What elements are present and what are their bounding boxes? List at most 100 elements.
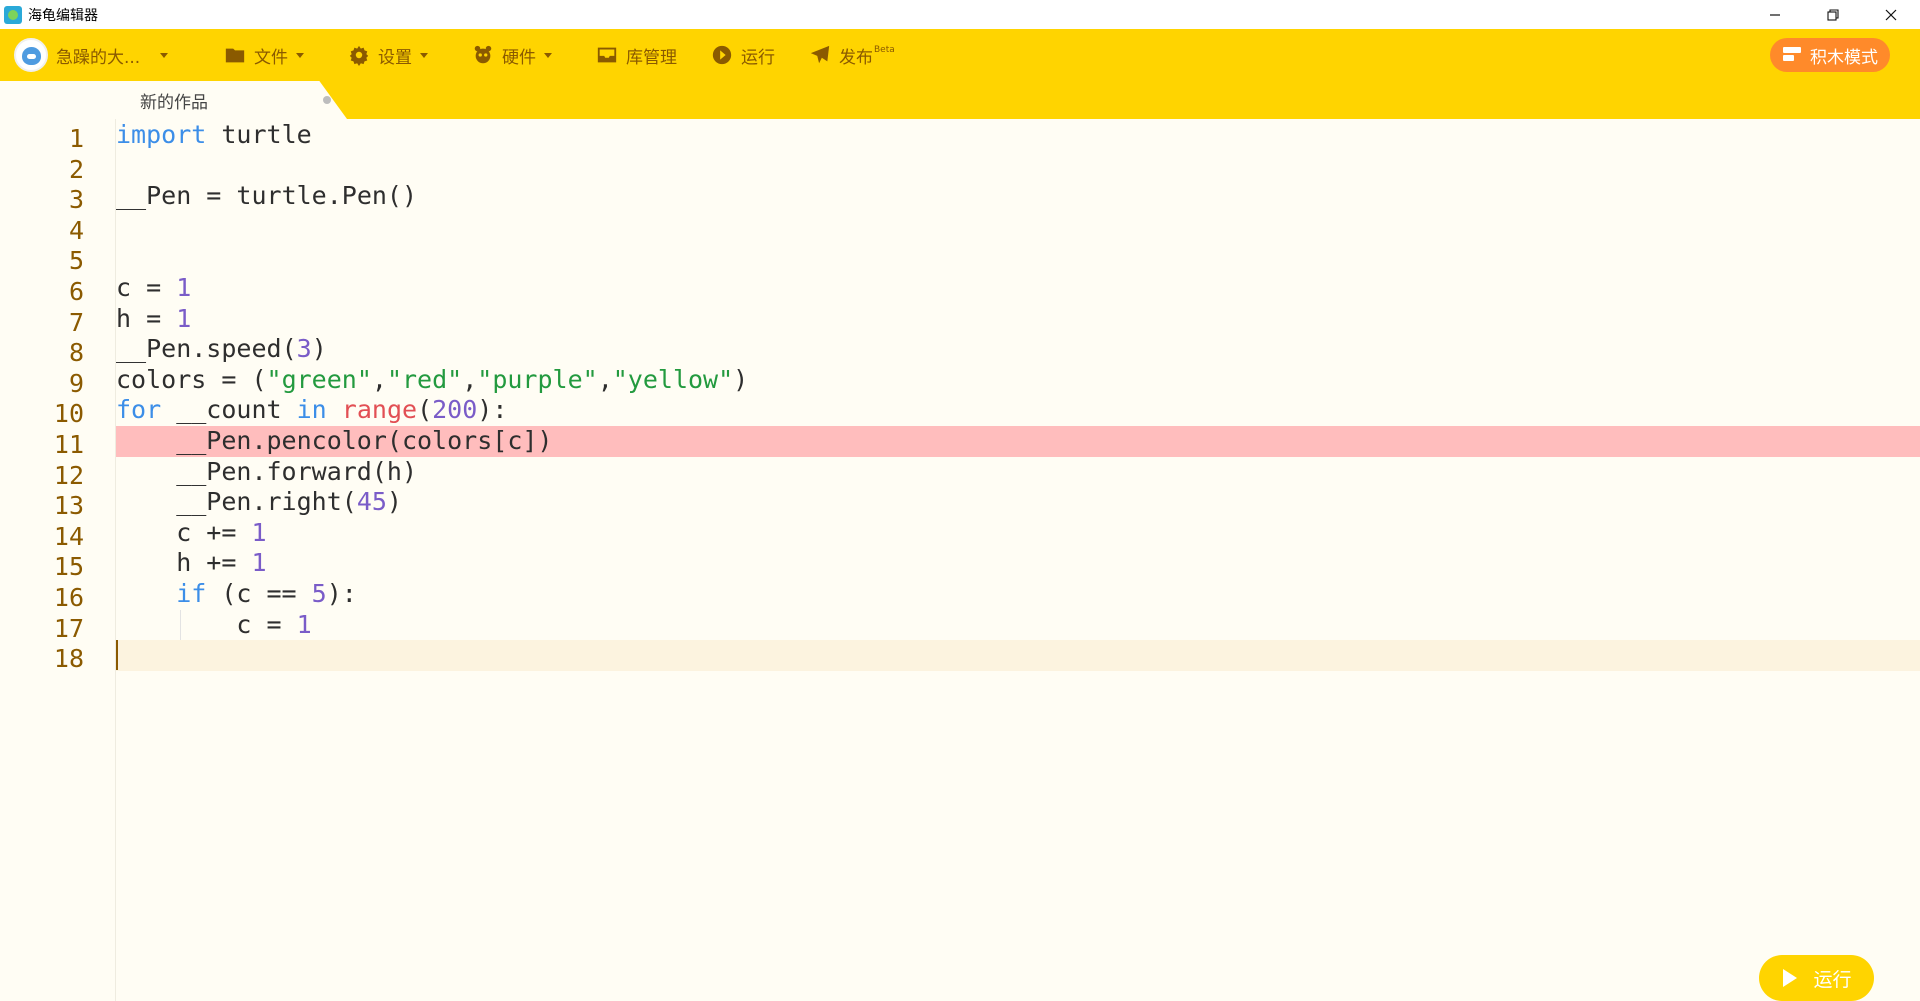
code-token: "green" (266, 364, 372, 394)
code-text: h += 1 (176, 548, 266, 579)
play-icon (1783, 969, 1798, 987)
block-mode-label: 积木模式 (1810, 47, 1878, 68)
code-token: "purple" (477, 364, 598, 394)
window-title-bar: 海龟编辑器 (0, 0, 1920, 29)
code-line[interactable] (116, 151, 1920, 182)
code-area[interactable]: import turtle __Pen = turtle.Pen() c = 1h … (116, 119, 1920, 1001)
code-editor[interactable]: 1 2 3 4 5 6 7 8 9 10 11 12 13 14 15 16 17 18 import turtl… (0, 119, 1920, 1001)
code-text: __Pen.pencolor(colors[c]) (176, 426, 552, 457)
menu-hardware-label: 硬件 (502, 47, 536, 68)
code-text: colors = ("green","red","purple","yellow… (116, 365, 748, 396)
code-token: c = (116, 273, 177, 302)
code-token: range (341, 395, 418, 425)
code-token: 1 (176, 303, 192, 333)
minimize-icon (1770, 13, 1780, 16)
restore-button[interactable] (1804, 0, 1862, 29)
avatar (14, 38, 48, 72)
window-controls (1746, 0, 1920, 29)
app-logo-icon (4, 5, 22, 24)
code-text: if (c == 5): (176, 579, 357, 610)
code-line[interactable] (116, 212, 1920, 243)
code-line[interactable]: __Pen.pencolor(colors[c]) (116, 426, 1920, 457)
menu-library-label: 库管理 (626, 47, 677, 68)
code-token: ) (311, 334, 327, 364)
code-token: __Pen.forward(h) (176, 456, 418, 486)
menu-settings-label: 设置 (378, 47, 412, 68)
chevron-down-icon (160, 52, 168, 58)
code-token: ( (417, 395, 433, 425)
code-token: , (462, 364, 478, 394)
code-token: __Pen.right( (176, 487, 357, 517)
code-token: __Pen = turtle.Pen() (116, 181, 418, 211)
line-number: 18 (53, 644, 84, 674)
menu-publish-label: 发布 (839, 47, 873, 68)
code-line[interactable]: __Pen = turtle.Pen() (116, 181, 1920, 212)
run-button-label: 运行 (1813, 968, 1852, 991)
code-text: h = 1 (116, 304, 191, 335)
code-token: ): (326, 579, 357, 608)
play-circle-icon (712, 45, 732, 65)
close-button[interactable] (1862, 0, 1920, 29)
line-number-gutter: 1 2 3 4 5 6 7 8 9 10 11 12 13 14 15 16 17 18 (0, 119, 116, 1001)
restore-icon (1827, 8, 1839, 21)
code-text: __Pen.speed(3) (116, 334, 327, 365)
code-token: __Pen.speed( (116, 334, 297, 364)
code-line[interactable] (116, 242, 1920, 273)
user-menu[interactable]: 急躁的大... (14, 38, 190, 72)
close-icon (1885, 9, 1897, 20)
code-line[interactable] (116, 640, 1920, 671)
code-token: h += (176, 548, 252, 578)
code-token: 1 (251, 517, 267, 547)
code-text: c = 1 (236, 610, 311, 641)
code-line[interactable]: __Pen.forward(h) (116, 457, 1920, 488)
block-mode-button[interactable]: 积木模式 (1770, 38, 1890, 72)
menu-hardware[interactable]: 硬件 (472, 29, 552, 81)
library-icon (597, 47, 617, 63)
code-token: 1 (251, 548, 267, 578)
menu-run-label: 运行 (741, 47, 775, 68)
code-token: "red" (386, 364, 463, 394)
code-line[interactable]: import turtle (116, 120, 1920, 151)
code-line[interactable]: colors = ("green","red","purple","yellow… (116, 365, 1920, 396)
menu-publish[interactable]: 发布 Beta (809, 29, 895, 81)
code-token: (c == (206, 579, 312, 608)
chevron-down-icon (544, 52, 552, 58)
code-line[interactable]: c = 1 (116, 609, 1920, 641)
menu-settings[interactable]: 设置 (348, 29, 428, 81)
chevron-down-icon (296, 52, 304, 58)
code-text: __Pen.right(45) (176, 487, 402, 518)
code-line[interactable]: h += 1 (116, 548, 1920, 579)
unsaved-dot-icon (323, 96, 331, 104)
code-token: 200 (432, 395, 478, 425)
code-text: import turtle (116, 120, 312, 151)
code-token: c += (176, 517, 252, 547)
code-token: __count (161, 395, 297, 425)
code-line[interactable]: c += 1 (116, 518, 1920, 549)
code-text: for __count in range(200): (116, 395, 507, 426)
chevron-down-icon (420, 52, 428, 58)
menu-file[interactable]: 文件 (224, 29, 304, 81)
tab-label: 新的作品 (140, 92, 208, 113)
code-line[interactable]: __Pen.speed(3) (116, 334, 1920, 365)
text-cursor (116, 640, 118, 671)
code-text: c += 1 (176, 518, 266, 549)
code-token: 1 (176, 273, 192, 302)
minimize-button[interactable] (1746, 0, 1804, 29)
code-line[interactable]: __Pen.right(45) (116, 487, 1920, 518)
code-line[interactable]: c = 1 (116, 273, 1920, 304)
run-button[interactable]: 运行 (1759, 955, 1874, 1001)
code-line[interactable]: for __count in range(200): (116, 395, 1920, 426)
menu-run[interactable]: 运行 (711, 29, 775, 81)
tab-strip: 新的作品 (0, 81, 1920, 119)
tab-new-work[interactable]: 新的作品 (117, 81, 347, 119)
code-token: turtle (206, 120, 312, 149)
code-text: c = 1 (116, 273, 191, 304)
code-line[interactable]: if (c == 5): (116, 579, 1920, 610)
main-toolbar: 急躁的大... 文件 设置 硬件 库管理 运行 发布 Beta 积木模式 (0, 29, 1920, 81)
code-line[interactable]: h = 1 (116, 304, 1920, 335)
code-token: import (116, 120, 207, 149)
code-token: "yellow" (612, 364, 734, 394)
menu-library[interactable]: 库管理 (596, 29, 677, 81)
indent-guide (180, 609, 182, 641)
